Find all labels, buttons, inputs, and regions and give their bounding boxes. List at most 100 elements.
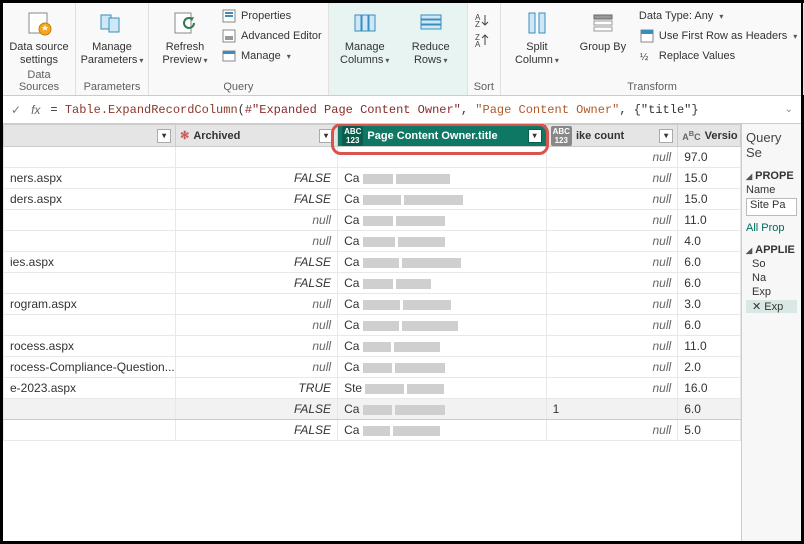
panel-title: Query Se <box>746 130 797 160</box>
reduce-rows-label: Reduce Rows <box>401 41 461 67</box>
data-type-label: Data Type: Any <box>639 10 713 22</box>
col-header-like[interactable]: ABC123ike count▾ <box>546 125 678 147</box>
formula-bar: ✓ fx = Table.ExpandRecordColumn(#"Expand… <box>3 96 801 124</box>
col-version-label: Versio <box>705 130 738 142</box>
manage-button[interactable]: Manage <box>221 47 322 65</box>
svg-text:½: ½ <box>640 52 649 63</box>
properties-button[interactable]: Properties <box>221 7 322 25</box>
split-icon <box>521 7 553 39</box>
like-type-badge: ABC123 <box>551 126 572 146</box>
split-column-label: Split Column <box>507 41 567 67</box>
formula-fn: Table.ExpandRecordColumn <box>65 103 238 117</box>
formula-commit-icon[interactable]: ✓ <box>11 103 21 117</box>
formula-arg3: {"title"} <box>634 103 699 117</box>
group-sort: AZ ZA Sort <box>468 3 501 95</box>
reduce-rows-button[interactable]: Reduce Rows <box>401 7 461 67</box>
table-row[interactable]: nullCa null11.0 <box>4 210 741 231</box>
group-label-managecols <box>335 79 461 93</box>
applied-step[interactable]: ✕ Exp <box>746 300 797 313</box>
table-row[interactable]: FALSECa null6.0 <box>4 273 741 294</box>
properties-label: Properties <box>241 10 291 22</box>
formula-input[interactable]: = Table.ExpandRecordColumn(#"Expanded Pa… <box>50 103 774 117</box>
applied-step[interactable]: So <box>746 258 797 270</box>
replace-values-label: Replace Values <box>659 50 735 62</box>
table-row[interactable]: null97.0 <box>4 147 741 168</box>
formula-prefix: = <box>50 103 64 117</box>
sort-desc-button[interactable]: ZA <box>474 31 490 49</box>
group-datasources: Data source settings Data Sources <box>3 3 76 95</box>
manage-icon <box>221 48 237 64</box>
replace-values-button[interactable]: ½ Replace Values <box>639 47 797 65</box>
query-name-input[interactable]: Site Pa <box>746 198 797 216</box>
properties-icon <box>221 8 237 24</box>
all-properties-link[interactable]: All Prop <box>746 222 797 234</box>
sort-asc-icon: AZ <box>474 12 490 28</box>
group-parameters: Manage Parameters Parameters <box>76 3 149 95</box>
group-label-datasources: Data Sources <box>9 67 69 93</box>
group-by-button[interactable]: Group By <box>573 7 633 54</box>
col-header-name[interactable]: ▾ <box>4 125 176 147</box>
group-manage-columns: Manage Columns Reduce Rows <box>329 3 468 95</box>
col-header-archived[interactable]: ✻Archived▾ <box>176 125 338 147</box>
table-row[interactable]: ies.aspxFALSECa null6.0 <box>4 252 741 273</box>
advanced-editor-button[interactable]: Advanced Editor <box>221 27 322 45</box>
group-transform: Split Column Group By Data Type: Any Use… <box>501 3 804 95</box>
data-source-settings-button[interactable]: Data source settings <box>9 7 69 67</box>
manage-parameters-label: Manage Parameters <box>81 41 144 67</box>
headers-icon <box>639 28 655 44</box>
side-panel: Query Se PROPE Name Site Pa All Prop APP… <box>741 124 801 541</box>
table-row[interactable]: FALSECa 16.0 <box>4 399 741 420</box>
datasource-icon <box>23 7 55 39</box>
manage-columns-button[interactable]: Manage Columns <box>335 7 395 67</box>
svg-text:Z: Z <box>475 20 480 28</box>
table-row[interactable]: rocess-Compliance-Question...nullCa null… <box>4 357 741 378</box>
group-label-query: Query <box>155 79 322 93</box>
table-row[interactable]: e-2023.aspxTRUESte null16.0 <box>4 378 741 399</box>
transform-small-list: Data Type: Any Use First Row as Headers … <box>639 7 797 65</box>
table-row[interactable]: rocess.aspxnullCa null11.0 <box>4 336 741 357</box>
manage-label: Manage <box>241 50 281 62</box>
col-header-version[interactable]: ABC Versio <box>678 125 741 147</box>
sort-desc-icon: ZA <box>474 32 490 48</box>
data-grid: ▾ ✻Archived▾ ABC123 Page Content Owner.ti… <box>3 124 741 541</box>
ribbon: Data source settings Data Sources Manage… <box>3 3 801 96</box>
manage-parameters-button[interactable]: Manage Parameters <box>82 7 142 67</box>
table-row[interactable]: FALSECa null5.0 <box>4 420 741 441</box>
table-row[interactable]: nullCa null6.0 <box>4 315 741 336</box>
applied-step[interactable]: Exp <box>746 286 797 298</box>
version-type-icon: ABC <box>682 129 700 142</box>
main: ▾ ✻Archived▾ ABC123 Page Content Owner.ti… <box>3 124 801 541</box>
group-query: Refresh Preview Properties Advanced Edit… <box>149 3 329 95</box>
group-label-parameters: Parameters <box>82 79 142 93</box>
query-small-list: Properties Advanced Editor Manage <box>221 7 322 65</box>
reduce-rows-icon <box>415 7 447 39</box>
split-column-button[interactable]: Split Column <box>507 7 567 67</box>
archived-type-icon: ✻ <box>180 129 189 142</box>
group-label-sort: Sort <box>474 79 494 93</box>
columns-icon <box>349 7 381 39</box>
parameters-icon <box>96 7 128 39</box>
first-row-headers-button[interactable]: Use First Row as Headers <box>639 27 797 45</box>
properties-section[interactable]: PROPE <box>746 170 797 182</box>
owner-type-badge: ABC123 <box>342 126 363 146</box>
name-label: Name <box>746 184 797 196</box>
table-row[interactable]: ders.aspxFALSECa null15.0 <box>4 189 741 210</box>
data-type-button[interactable]: Data Type: Any <box>639 7 797 25</box>
fx-icon[interactable]: fx <box>31 103 40 117</box>
refresh-preview-button[interactable]: Refresh Preview <box>155 7 215 67</box>
group-by-label: Group By <box>580 41 626 54</box>
col-owner-label: Page Content Owner.title <box>367 130 497 142</box>
applied-step[interactable]: Na <box>746 272 797 284</box>
table-row[interactable]: ners.aspxFALSECa null15.0 <box>4 168 741 189</box>
formula-arg1: #"Expanded Page Content Owner" <box>245 103 461 117</box>
formula-expand-icon[interactable]: ⌄ <box>785 104 793 115</box>
applied-steps-section[interactable]: APPLIE <box>746 244 797 256</box>
sort-asc-button[interactable]: AZ <box>474 11 490 29</box>
replace-icon: ½ <box>639 48 655 64</box>
refresh-icon <box>169 7 201 39</box>
first-row-headers-label: Use First Row as Headers <box>659 30 787 42</box>
col-header-owner[interactable]: ABC123Page Content Owner.title▾ <box>338 125 547 147</box>
advanced-editor-label: Advanced Editor <box>241 30 322 42</box>
table-row[interactable]: nullCa null4.0 <box>4 231 741 252</box>
table-row[interactable]: rogram.aspxnullCa null3.0 <box>4 294 741 315</box>
